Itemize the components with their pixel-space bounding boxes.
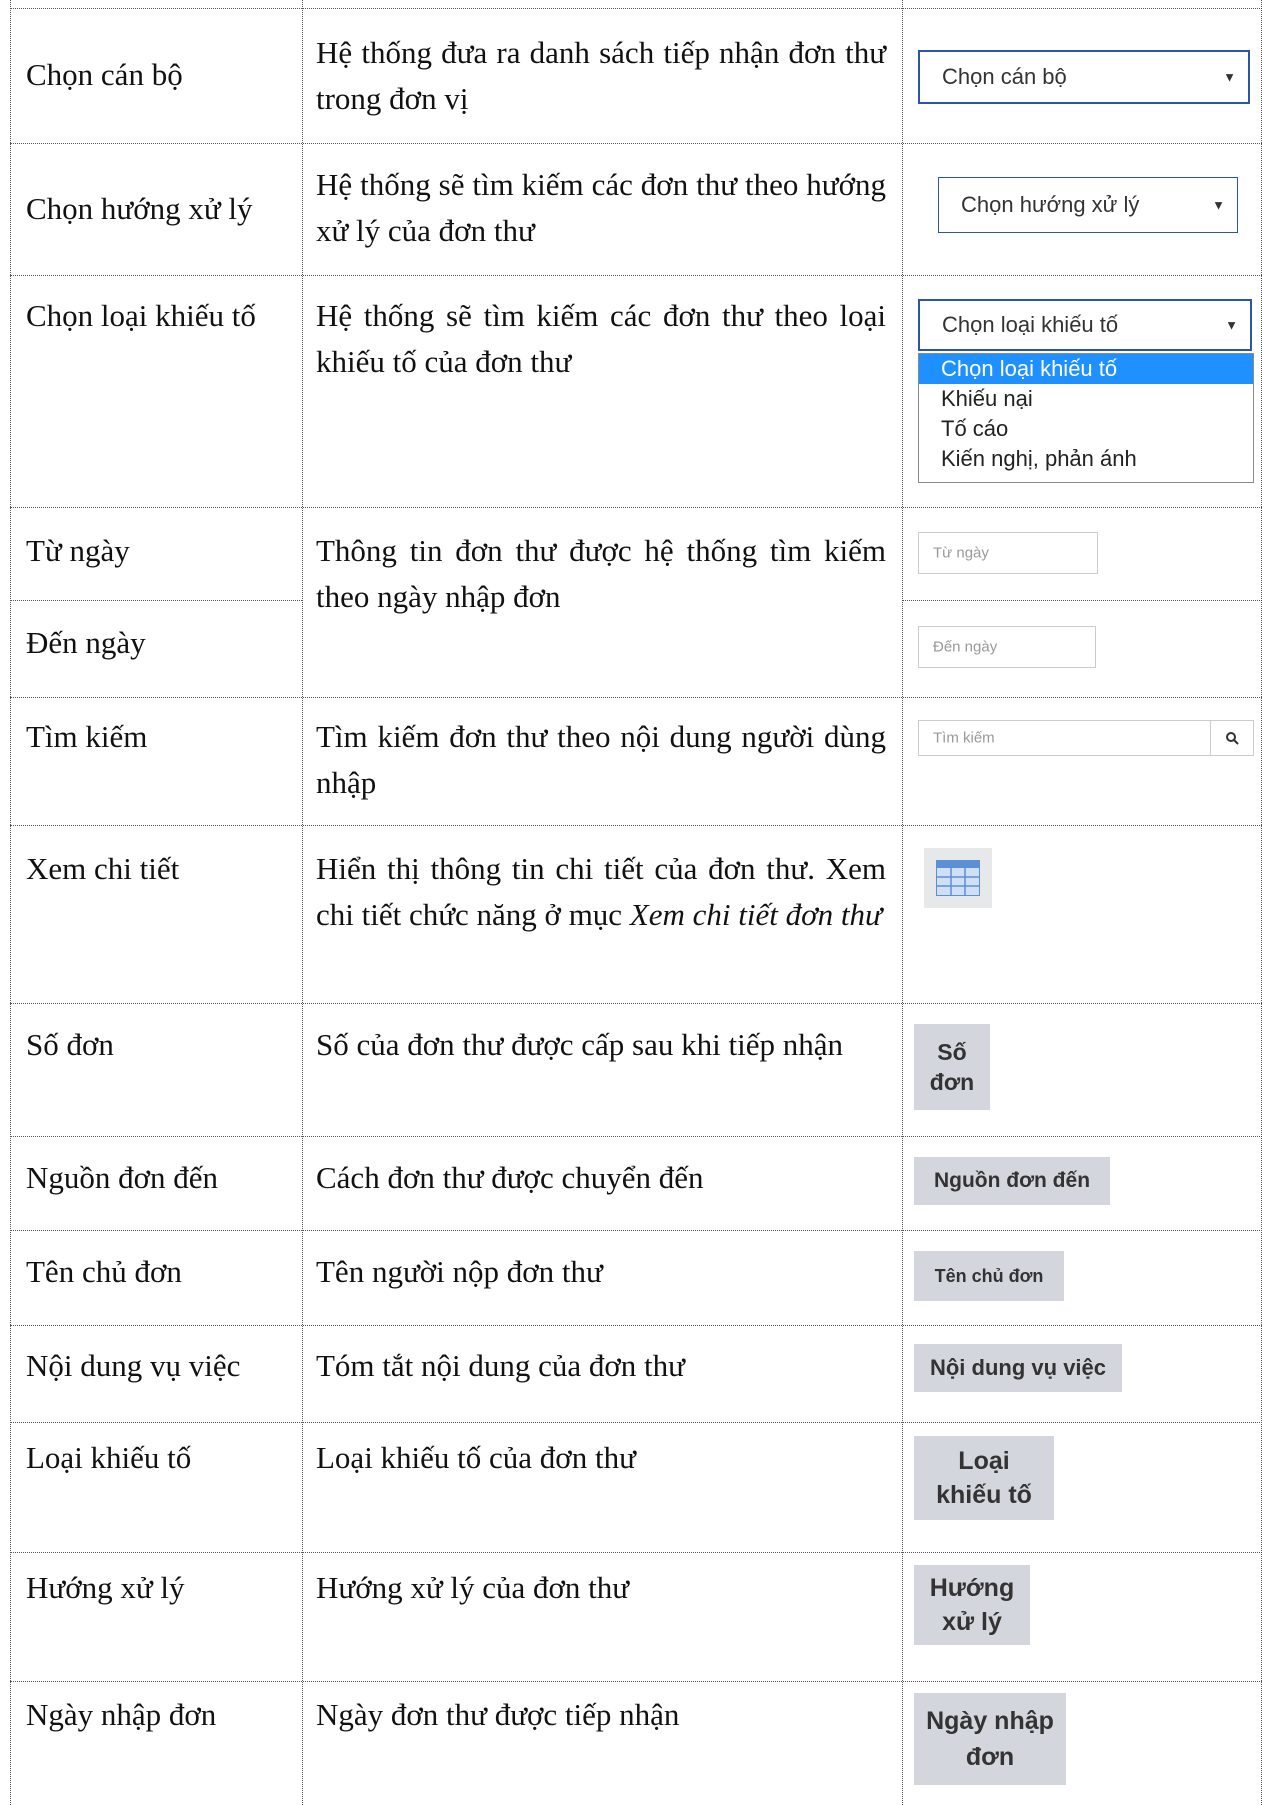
row-description: Ngày đơn thư được tiếp nhận xyxy=(316,1697,680,1732)
input-placeholder: Từ ngày xyxy=(933,544,989,562)
table-border xyxy=(10,143,1262,144)
details-grid-icon xyxy=(936,860,980,896)
row-label: Xem chi tiết xyxy=(26,851,180,886)
table-border xyxy=(10,8,1262,9)
select-label: Chọn hướng xử lý xyxy=(961,192,1140,217)
row-description: Thông tin đơn thư được hệ thống tìm kiếm… xyxy=(316,533,886,614)
to-date-input[interactable]: Đến ngày xyxy=(918,626,1096,668)
table-border xyxy=(10,1003,1262,1004)
column-header-button[interactable]: Nội dung vụ việc xyxy=(914,1344,1122,1392)
column-header-button[interactable]: Hướng xử lý xyxy=(914,1565,1030,1645)
dropdown-option[interactable]: Tố cáo xyxy=(919,414,1253,444)
table-border xyxy=(10,1552,1262,1553)
dropdown-option[interactable]: Khiếu nại xyxy=(919,384,1253,414)
input-placeholder: Đến ngày xyxy=(933,638,998,656)
table-border xyxy=(10,825,1262,826)
table-border xyxy=(10,1230,1262,1231)
complaint-type-select[interactable]: Chọn loại khiếu tố ▼ xyxy=(918,299,1252,351)
dropdown-option[interactable]: Chọn loại khiếu tố xyxy=(919,354,1253,384)
from-date-input[interactable]: Từ ngày xyxy=(918,532,1098,574)
view-details-button[interactable] xyxy=(924,848,992,908)
caret-down-icon: ▼ xyxy=(1212,197,1225,213)
table-border xyxy=(10,275,1262,276)
function-table: Chọn cán bộ Hệ thống đưa ra danh sách ti… xyxy=(0,0,1262,1805)
row-description: Số của đơn thư được cấp sau khi tiếp nhậ… xyxy=(316,1027,843,1062)
row-label: Nội dung vụ việc xyxy=(26,1348,241,1383)
table-border xyxy=(10,1422,1262,1423)
row-description: Tóm tắt nội dung của đơn thư xyxy=(316,1348,685,1383)
select-label: Chọn cán bộ xyxy=(942,64,1067,89)
table-border xyxy=(302,0,303,1805)
row-description: Loại khiếu tố của đơn thư xyxy=(316,1440,636,1475)
row-description: Hướng xử lý của đơn thư xyxy=(316,1570,630,1605)
row-label: Loại khiếu tố xyxy=(26,1440,192,1475)
table-border xyxy=(10,1681,1262,1682)
row-description: Hệ thống đưa ra danh sách tiếp nhận đơn … xyxy=(316,35,886,116)
column-header-button[interactable]: Ngày nhập đơn xyxy=(914,1693,1066,1785)
row-label: Chọn cán bộ xyxy=(26,57,183,92)
row-description: Tìm kiếm đơn thư theo nội dung người dùn… xyxy=(316,719,886,800)
complaint-type-dropdown[interactable]: Chọn loại khiếu tố Khiếu nại Tố cáo Kiến… xyxy=(918,353,1254,483)
row-label: Từ ngày xyxy=(26,533,130,568)
row-description: Tên người nộp đơn thư xyxy=(316,1254,603,1289)
search-input[interactable]: Tìm kiếm xyxy=(918,720,1254,756)
row-label: Đến ngày xyxy=(26,625,146,660)
table-border xyxy=(10,1136,1262,1137)
row-description: Hệ thống sẽ tìm kiếm các đơn thư theo hư… xyxy=(316,167,886,248)
input-placeholder: Tìm kiếm xyxy=(933,729,995,747)
officer-select[interactable]: Chọn cán bộ ▼ xyxy=(918,50,1250,104)
table-border xyxy=(10,1325,1262,1326)
caret-down-icon: ▼ xyxy=(1225,317,1238,333)
row-label: Nguồn đơn đến xyxy=(26,1160,219,1195)
row-label: Tên chủ đơn xyxy=(26,1254,182,1289)
section-reference: Xem chi tiết đơn thư xyxy=(629,897,882,932)
row-label: Chọn loại khiếu tố xyxy=(26,298,256,333)
column-header-button[interactable]: Số đơn xyxy=(914,1024,990,1110)
search-button[interactable] xyxy=(1210,721,1253,755)
table-border xyxy=(902,0,903,1805)
row-label: Tìm kiếm xyxy=(26,719,148,754)
select-label: Chọn loại khiếu tố xyxy=(942,312,1119,337)
caret-down-icon: ▼ xyxy=(1223,69,1236,85)
column-header-button[interactable]: Tên chủ đơn xyxy=(914,1251,1064,1301)
row-description: Hệ thống sẽ tìm kiếm các đơn thư theo lo… xyxy=(316,298,886,379)
row-label: Chọn hướng xử lý xyxy=(26,191,253,226)
search-icon xyxy=(1226,732,1239,745)
row-description: Hiển thị thông tin chi tiết của đơn thư.… xyxy=(316,846,886,938)
row-label: Hướng xử lý xyxy=(26,1570,185,1605)
table-border xyxy=(10,507,1262,508)
row-label: Ngày nhập đơn xyxy=(26,1697,217,1732)
column-header-button[interactable]: Loại khiếu tố xyxy=(914,1436,1054,1520)
table-border xyxy=(10,697,1262,698)
row-description: Cách đơn thư được chuyển đến xyxy=(316,1160,704,1195)
column-header-button[interactable]: Nguồn đơn đến xyxy=(914,1157,1110,1205)
table-border xyxy=(10,600,302,601)
table-border xyxy=(902,600,1262,601)
handling-direction-select[interactable]: Chọn hướng xử lý ▼ xyxy=(938,177,1238,233)
table-border xyxy=(10,0,11,1805)
row-label: Số đơn xyxy=(26,1027,114,1062)
dropdown-option[interactable]: Kiến nghị, phản ánh xyxy=(919,444,1253,474)
